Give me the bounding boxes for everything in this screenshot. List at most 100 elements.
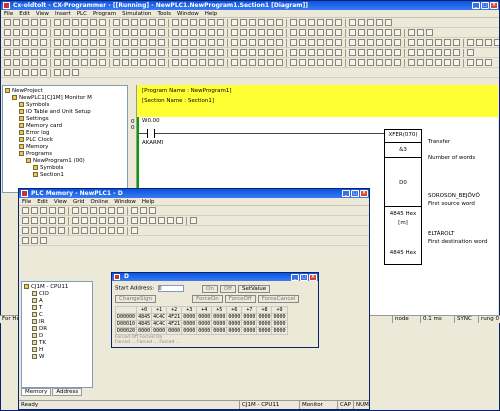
- toolbar-tool-icon[interactable]: [158, 59, 165, 66]
- toolbar-tool-icon[interactable]: [172, 39, 179, 46]
- toolbar-tool-icon[interactable]: [258, 39, 265, 46]
- memory-area-a[interactable]: A: [22, 298, 92, 305]
- toolbar-tool-icon[interactable]: [426, 39, 433, 46]
- toolbar-tool-icon[interactable]: [249, 49, 256, 56]
- toolbar-tool-icon[interactable]: [31, 217, 38, 224]
- toolbar-tool-icon[interactable]: [299, 29, 306, 36]
- toolbar-tool-icon[interactable]: [140, 49, 147, 56]
- project-tree-item[interactable]: Memory: [3, 144, 127, 151]
- toolbar-tool-icon[interactable]: [40, 19, 47, 26]
- project-tree-item[interactable]: NewProject: [3, 88, 127, 95]
- memory-minimize-button[interactable]: _: [342, 190, 350, 197]
- toolbar-tool-icon[interactable]: [72, 19, 79, 26]
- grid-cell[interactable]: 0000: [256, 313, 273, 321]
- toolbar-tool-icon[interactable]: [190, 19, 197, 26]
- d-memory-grid[interactable]: +0 +1 +2 +3 +4 +5 +6 +7 +8 +9 D00000 4845 4C4C 4F21 00…: [115, 306, 288, 335]
- toolbar-tool-icon[interactable]: [240, 59, 247, 66]
- toolbar-tool-icon[interactable]: [435, 39, 442, 46]
- toolbar-tool-icon[interactable]: [335, 49, 342, 56]
- toolbar-tool-icon[interactable]: [40, 39, 47, 46]
- toolbar-tool-icon[interactable]: [444, 39, 451, 46]
- toolbar-tool-icon[interactable]: [208, 19, 215, 26]
- toolbar-tool-icon[interactable]: [58, 207, 65, 214]
- toolbar-tool-icon[interactable]: [408, 39, 415, 46]
- toolbar-tool-icon[interactable]: [240, 29, 247, 36]
- toolbar-tool-icon[interactable]: [40, 29, 47, 36]
- minimize-button[interactable]: _: [472, 2, 480, 9]
- toolbar-tool-icon[interactable]: [72, 39, 79, 46]
- toolbar-tool-icon[interactable]: [376, 59, 383, 66]
- toolbar-tool-icon[interactable]: [267, 19, 274, 26]
- toolbar-tool-icon[interactable]: [417, 39, 424, 46]
- start-address-input[interactable]: [157, 285, 184, 292]
- toolbar-tool-icon[interactable]: [208, 49, 215, 56]
- toolbar-tool-icon[interactable]: [131, 207, 138, 214]
- memory-area-d[interactable]: D: [22, 333, 92, 340]
- toolbar-tool-icon[interactable]: [485, 59, 492, 66]
- grid-cell[interactable]: 0000: [241, 313, 258, 321]
- toolbar-tool-icon[interactable]: [81, 227, 88, 234]
- toolbar-tool-icon[interactable]: [31, 237, 38, 244]
- toolbar-tool-icon[interactable]: [22, 227, 29, 234]
- toolbar-tool-icon[interactable]: [140, 217, 147, 224]
- grid-cell[interactable]: 0000: [241, 320, 258, 328]
- toolbar-tool-icon[interactable]: [172, 19, 179, 26]
- toolbar-tool-icon[interactable]: [113, 49, 120, 56]
- toolbar-tool-icon[interactable]: [140, 39, 147, 46]
- toolbar-tool-icon[interactable]: [99, 207, 106, 214]
- toolbar-tool-icon[interactable]: [267, 29, 274, 36]
- project-tree-item[interactable]: Symbols: [3, 165, 127, 172]
- project-tree-item[interactable]: Programs: [3, 151, 127, 158]
- toolbar-tool-icon[interactable]: [54, 29, 61, 36]
- memory-area-c[interactable]: C: [22, 312, 92, 319]
- force-on-button[interactable]: ForceOn: [192, 295, 223, 303]
- toolbar-tool-icon[interactable]: [453, 39, 460, 46]
- tab-address[interactable]: Address: [52, 388, 83, 396]
- toolbar-tool-icon[interactable]: [22, 237, 29, 244]
- toolbar-tool-icon[interactable]: [199, 49, 206, 56]
- toolbar-tool-icon[interactable]: [258, 49, 265, 56]
- toolbar-tool-icon[interactable]: [176, 217, 183, 224]
- toolbar-tool-icon[interactable]: [276, 39, 283, 46]
- toolbar-tool-icon[interactable]: [149, 19, 156, 26]
- menu-view[interactable]: View: [33, 10, 52, 17]
- toolbar-tool-icon[interactable]: [335, 19, 342, 26]
- grid-cell[interactable]: 0000: [196, 313, 213, 321]
- memory-menu-help[interactable]: Help: [139, 198, 158, 205]
- toolbar-tool-icon[interactable]: [217, 39, 224, 46]
- toolbar-tool-icon[interactable]: [4, 49, 11, 56]
- toolbar-tool-icon[interactable]: [426, 29, 433, 36]
- toolbar-tool-icon[interactable]: [217, 19, 224, 26]
- toolbar-tool-icon[interactable]: [54, 39, 61, 46]
- toolbar-tool-icon[interactable]: [117, 207, 124, 214]
- toolbar-tool-icon[interactable]: [99, 227, 106, 234]
- toolbar-tool-icon[interactable]: [31, 59, 38, 66]
- toolbar-tool-icon[interactable]: [317, 29, 324, 36]
- toolbar-tool-icon[interactable]: [131, 49, 138, 56]
- memory-menu-window[interactable]: Window: [111, 198, 139, 205]
- toolbar-tool-icon[interactable]: [249, 59, 256, 66]
- toolbar-tool-icon[interactable]: [290, 19, 297, 26]
- toolbar-tool-icon[interactable]: [376, 29, 383, 36]
- d-minimize-button[interactable]: _: [291, 274, 299, 281]
- toolbar-tool-icon[interactable]: [108, 217, 115, 224]
- toolbar-tool-icon[interactable]: [199, 59, 206, 66]
- toolbar-tool-icon[interactable]: [63, 59, 70, 66]
- toolbar-tool-icon[interactable]: [172, 49, 179, 56]
- toolbar-tool-icon[interactable]: [90, 217, 97, 224]
- toolbar-tool-icon[interactable]: [190, 39, 197, 46]
- toolbar-tool-icon[interactable]: [326, 29, 333, 36]
- grid-cell[interactable]: 0000: [226, 313, 243, 321]
- d-close-button[interactable]: ×: [309, 274, 317, 281]
- toolbar-tool-icon[interactable]: [326, 39, 333, 46]
- grid-cell[interactable]: 0000: [196, 327, 213, 335]
- toolbar-tool-icon[interactable]: [181, 19, 188, 26]
- grid-cell[interactable]: 4F21: [166, 313, 183, 321]
- toolbar-tool-icon[interactable]: [13, 19, 20, 26]
- toolbar-tool-icon[interactable]: [63, 19, 70, 26]
- toolbar-tool-icon[interactable]: [22, 29, 29, 36]
- force-off-button[interactable]: ForceOff: [224, 295, 256, 303]
- toolbar-tool-icon[interactable]: [149, 49, 156, 56]
- toolbar-tool-icon[interactable]: [276, 49, 283, 56]
- toolbar-tool-icon[interactable]: [113, 29, 120, 36]
